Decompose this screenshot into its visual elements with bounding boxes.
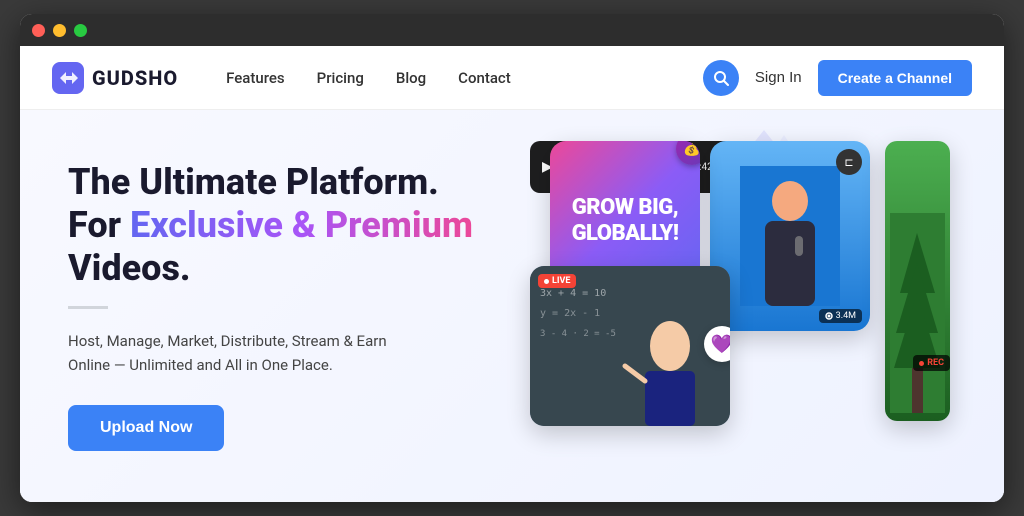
money-badge: 💰 bbox=[676, 141, 700, 165]
navbar: GUDSHO Features Pricing Blog Contact Sig… bbox=[20, 46, 1004, 110]
live-label: LIVE bbox=[552, 276, 570, 286]
eye-icon bbox=[825, 312, 833, 320]
live-dot bbox=[544, 279, 549, 284]
title-divider bbox=[68, 306, 108, 309]
nav-right: Sign In Create a Channel bbox=[703, 60, 972, 96]
nav-features[interactable]: Features bbox=[226, 69, 284, 87]
search-button[interactable] bbox=[703, 60, 739, 96]
hero-left: The Ultimate Platform. For Exclusive & P… bbox=[68, 161, 508, 452]
svg-text:y = 2x - 1: y = 2x - 1 bbox=[540, 308, 600, 319]
live-badge: LIVE bbox=[538, 274, 576, 288]
hero-title-line1: The Ultimate Platform. bbox=[68, 161, 439, 203]
nav-blog[interactable]: Blog bbox=[396, 69, 426, 87]
svg-text:3 - 4 · 2 = -5: 3 - 4 · 2 = -5 bbox=[540, 329, 616, 339]
rec-badge: REC bbox=[913, 355, 950, 371]
hero-title-highlight: Exclusive & Premium bbox=[130, 204, 473, 246]
nature-card: REC bbox=[885, 141, 950, 421]
forest-visual bbox=[890, 213, 945, 413]
hero-title: The Ultimate Platform. For Exclusive & P… bbox=[68, 161, 508, 291]
maximize-button[interactable] bbox=[74, 24, 87, 37]
browser-content: GUDSHO Features Pricing Blog Contact Sig… bbox=[20, 46, 1004, 502]
logo-text: GUDSHO bbox=[92, 66, 178, 90]
close-button[interactable] bbox=[32, 24, 45, 37]
nature-card-inner: REC bbox=[885, 141, 950, 421]
share-badge: ⊏ bbox=[836, 149, 862, 175]
person-silhouette bbox=[740, 166, 840, 306]
hero-right: GROW BIG, GLOBALLY! 💰 bbox=[508, 126, 972, 486]
rec-dot bbox=[919, 361, 924, 366]
logo-area[interactable]: GUDSHO bbox=[52, 62, 178, 94]
nav-links: Features Pricing Blog Contact bbox=[226, 69, 703, 87]
views-count: 3.4M bbox=[836, 311, 856, 321]
hero-subtitle: Host, Manage, Market, Distribute, Stream… bbox=[68, 329, 508, 377]
person-card: ⊏ 3.4M bbox=[710, 141, 870, 331]
hero-title-line3: Videos. bbox=[68, 247, 191, 289]
upload-now-button[interactable]: Upload Now bbox=[68, 405, 224, 451]
hero-title-line2-plain: For bbox=[68, 204, 130, 246]
svg-text:3x + 4 = 10: 3x + 4 = 10 bbox=[540, 288, 606, 299]
create-channel-button[interactable]: Create a Channel bbox=[818, 60, 972, 96]
nav-pricing[interactable]: Pricing bbox=[317, 69, 364, 87]
hero-section: The Ultimate Platform. For Exclusive & P… bbox=[20, 110, 1004, 502]
title-bar bbox=[20, 14, 1004, 46]
logo-icon bbox=[52, 62, 84, 94]
grow-text: GROW BIG, GLOBALLY! bbox=[550, 179, 700, 264]
person-card-inner: ⊏ 3.4M bbox=[710, 141, 870, 331]
nav-contact[interactable]: Contact bbox=[458, 69, 511, 87]
minimize-button[interactable] bbox=[53, 24, 66, 37]
search-icon bbox=[713, 70, 729, 86]
teacher-card: 3x + 4 = 10 y = 2x - 1 3 - 4 · 2 = -5 LI… bbox=[530, 266, 730, 426]
views-badge: 3.4M bbox=[819, 309, 862, 323]
rec-label: REC bbox=[927, 358, 944, 368]
video-collage: GROW BIG, GLOBALLY! 💰 bbox=[530, 141, 950, 471]
browser-window: GUDSHO Features Pricing Blog Contact Sig… bbox=[20, 14, 1004, 502]
signin-button[interactable]: Sign In bbox=[755, 69, 802, 86]
teacher-visual: 3x + 4 = 10 y = 2x - 1 3 - 4 · 2 = -5 bbox=[530, 266, 730, 426]
